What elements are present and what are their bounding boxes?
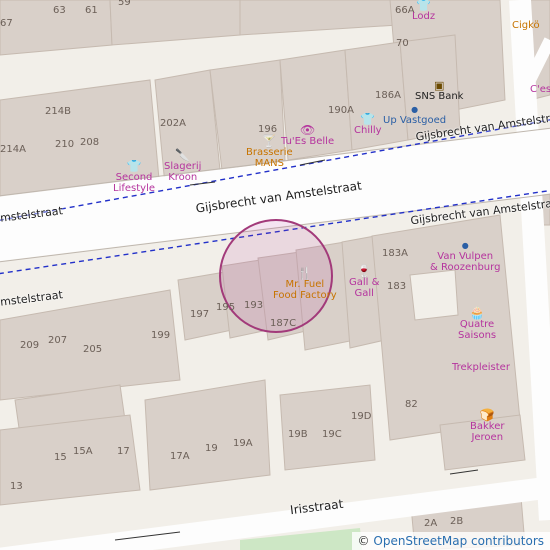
fish-icon: ● — [461, 241, 469, 250]
house-number: 207 — [48, 335, 68, 346]
house-number: 15 — [54, 452, 67, 463]
poi-van-vulpen[interactable]: ● Van Vulpen & Roozenburg — [430, 240, 500, 273]
house-number: 19A — [233, 438, 253, 449]
beauty-icon: 👁 — [299, 123, 316, 137]
house-number: 183A — [382, 248, 408, 259]
poi-label-line2: Saisons — [458, 330, 497, 341]
poi-bakker-jeroen[interactable]: 🍞 Bakker Jeroen — [470, 408, 505, 443]
house-number: 19C — [322, 429, 342, 440]
street-label-partial-3: Cigkö — [512, 20, 540, 31]
poi-brasserie-mans[interactable]: 🍸 Brasserie MANS — [246, 134, 293, 169]
wine-icon: 🍷 — [356, 264, 372, 278]
map-view[interactable]: Gijsbrecht van Amstelstraat Gijsbrecht v… — [0, 0, 550, 550]
house-number: 67 — [0, 18, 13, 29]
clothes-icon: 👕 — [126, 159, 142, 173]
house-number: 195 — [216, 302, 236, 313]
poi-label: Up Vastgoed — [383, 115, 447, 126]
poi-label: Quatre — [459, 319, 495, 330]
poi-label-line2: Gall — [354, 288, 374, 299]
poi-label: Second — [115, 172, 153, 183]
house-number: 2B — [450, 516, 464, 527]
poi-label-line2: Kroon — [168, 172, 198, 183]
poi-label: Slagerij — [164, 161, 202, 172]
poi-label-line2: MANS — [254, 158, 284, 169]
poi-label: Trekpleister — [452, 362, 510, 373]
house-number: 19B — [288, 429, 308, 440]
house-number: 208 — [80, 137, 100, 148]
poi-chilly[interactable]: 👕 Chilly — [354, 112, 382, 136]
house-number: 210 — [55, 139, 75, 150]
house-number: 15A — [73, 446, 93, 457]
house-number: 2A — [424, 518, 438, 529]
house-number: 17 — [117, 446, 130, 457]
clothes-icon: 👕 — [360, 112, 376, 126]
copyright-symbol: © — [357, 534, 370, 548]
poi-slagerij-kroon[interactable]: 🔪 Slagerij Kroon — [164, 148, 202, 183]
osm-contributors-link[interactable]: OpenStreetMap contributors — [373, 534, 544, 548]
poi-label-line2: Jeroen — [471, 432, 504, 443]
poi-label-line2: & Roozenburg — [430, 262, 501, 273]
poi-mr-fuel[interactable]: 🍴 Mr. Fuel Food Factory — [273, 266, 337, 301]
house-number: 197 — [190, 309, 210, 320]
poi-label-line2: Lifestyle — [113, 183, 156, 194]
poi-label: C'es — [530, 84, 550, 95]
house-number: 199 — [151, 330, 171, 341]
house-number: 19D — [351, 411, 372, 422]
poi-label-line2: Food Factory — [273, 290, 337, 301]
poi-second-lifestyle[interactable]: 👕 Second Lifestyle — [113, 159, 156, 194]
poi-label: Van Vulpen — [437, 251, 494, 262]
house-number: 214B — [45, 106, 71, 117]
poi-label: Brasserie — [246, 147, 293, 158]
restaurant-icon: 🍴 — [297, 266, 313, 280]
house-number: 183 — [387, 281, 407, 292]
house-number: 205 — [83, 344, 103, 355]
poi-label: Gall & — [349, 277, 380, 288]
house-number: 17A — [170, 451, 190, 462]
house-number: 63 — [53, 5, 66, 16]
poi-sns-bank[interactable]: ▣ SNS Bank — [415, 80, 463, 102]
bakery-icon: 🍞 — [479, 408, 495, 422]
house-number: 202A — [160, 118, 186, 129]
poi-label: Mr. Fuel — [285, 279, 325, 290]
clothes-icon: 👕 — [416, 0, 432, 12]
house-number: 193 — [244, 300, 264, 311]
house-number: 59 — [118, 0, 131, 8]
map-attribution: © OpenStreetMap contributors — [351, 532, 550, 550]
house-number: 190A — [328, 105, 354, 116]
house-number: 186A — [375, 90, 401, 101]
poi-label: Bakker — [470, 421, 505, 432]
pastry-icon: 🧁 — [469, 306, 485, 320]
poi-label: Lodz — [412, 11, 436, 22]
house-number: 61 — [85, 5, 98, 16]
house-number: 209 — [20, 340, 40, 351]
house-number: 187C — [270, 318, 297, 329]
poi-ces[interactable]: C'es — [530, 84, 550, 95]
poi-label: Chilly — [354, 125, 382, 136]
house-number: 214A — [0, 144, 26, 155]
poi-label: SNS Bank — [415, 91, 464, 102]
cocktail-icon: 🍸 — [261, 134, 277, 148]
poi-up-vastgoed[interactable]: ● Up Vastgoed — [383, 104, 446, 126]
poi-gall-gall[interactable]: 🍷 Gall & Gall — [349, 264, 380, 299]
butcher-icon: 🔪 — [175, 148, 191, 162]
poi-lodz[interactable]: 👕 Lodz — [412, 0, 435, 22]
poi-trekpleister[interactable]: Trekpleister — [452, 362, 510, 373]
office-icon: ● — [411, 105, 419, 114]
house-number: 82 — [405, 399, 418, 410]
house-number: 13 — [10, 481, 23, 492]
bank-icon: ▣ — [434, 79, 445, 92]
house-number: 70 — [396, 38, 409, 49]
poi-quatre-saisons[interactable]: 🧁 Quatre Saisons — [458, 306, 497, 341]
house-number: 19 — [205, 443, 218, 454]
